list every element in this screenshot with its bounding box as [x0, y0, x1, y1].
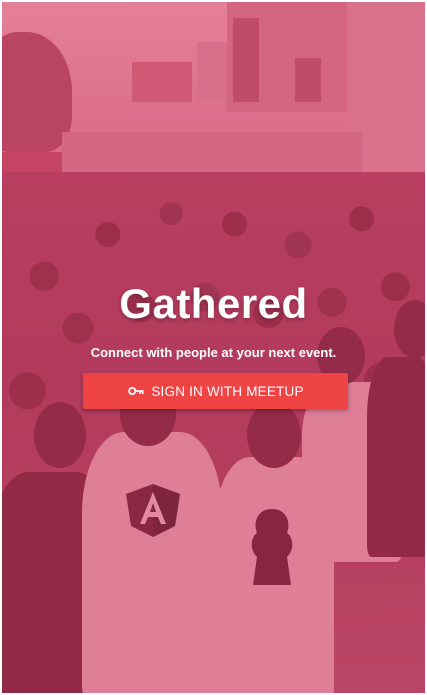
app-tagline: Connect with people at your next event.: [90, 345, 337, 360]
app-screen: Gathered Connect with people at your nex…: [2, 2, 425, 693]
app-title: Gathered: [119, 280, 308, 327]
splash-content: Gathered Connect with people at your nex…: [2, 2, 425, 693]
sign-in-with-meetup-button[interactable]: SIGN IN WITH MEETUP: [83, 373, 348, 409]
key-icon: [128, 386, 144, 396]
sign-in-button-label: SIGN IN WITH MEETUP: [151, 383, 304, 399]
